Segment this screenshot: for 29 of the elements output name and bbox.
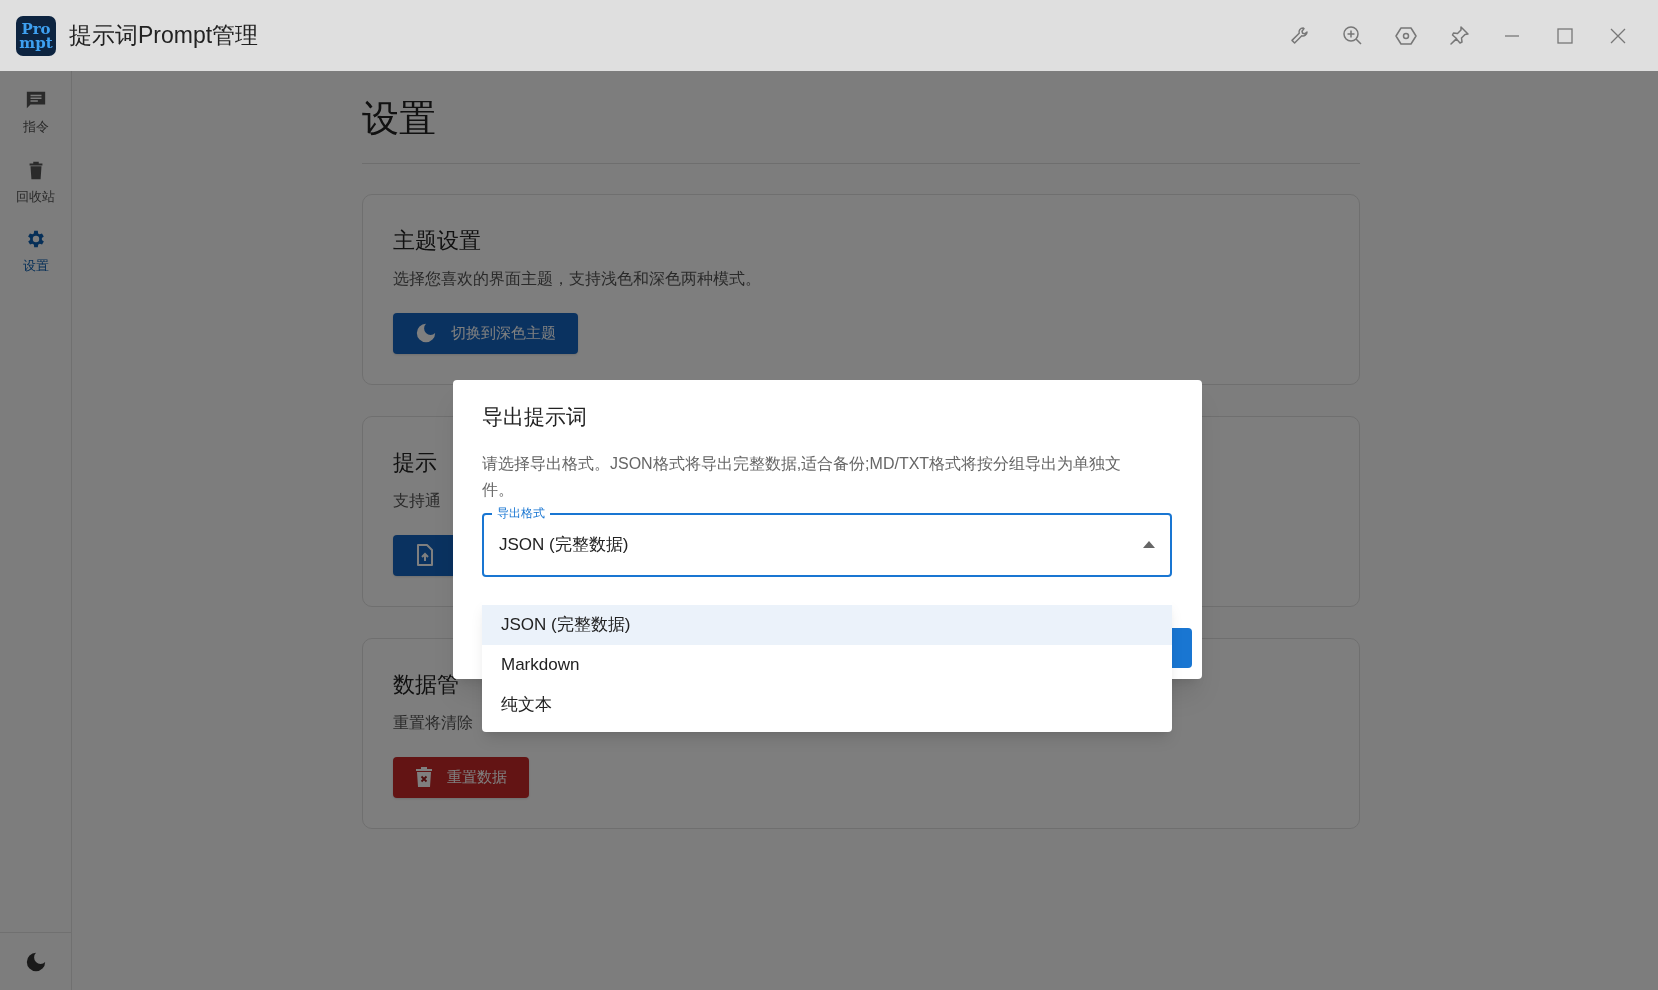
- app-logo: Pro mpt: [16, 15, 56, 56]
- dialog-title: 导出提示词: [482, 404, 588, 430]
- menu-option[interactable]: JSON (完整数据): [482, 605, 1172, 645]
- card-description: 支持通: [393, 490, 441, 511]
- dialog-description: 请选择导出格式。JSON格式将导出完整数据,适合备份;MD/TXT格式将按分组导出为单独文件。: [482, 453, 1123, 500]
- file-upload-icon: [415, 544, 435, 566]
- card-title: 数据管: [393, 670, 459, 699]
- minimize-icon: [1504, 34, 1519, 37]
- moon-icon: [415, 322, 437, 344]
- chat-icon: [24, 89, 47, 111]
- theme-switch-button[interactable]: 切换到深色主题: [393, 312, 578, 354]
- maximize-icon: [1556, 27, 1573, 44]
- close-icon: [1609, 27, 1626, 44]
- app-title: 提示词Prompt管理: [69, 21, 259, 51]
- card-description: 重置将清除: [393, 712, 473, 733]
- card-title: 主题设置: [393, 226, 481, 255]
- card-description: 选择您喜欢的界面主题，支持浅色和深色两种模式。: [393, 268, 761, 289]
- delete-icon: [415, 767, 433, 787]
- reset-data-button[interactable]: 重置数据: [393, 756, 529, 798]
- sidebar-item[interactable]: 回收站: [16, 154, 55, 210]
- sidebar-item[interactable]: 设置: [22, 224, 49, 280]
- menu-option[interactable]: Markdown: [482, 645, 1172, 685]
- select-label: 导出格式: [492, 504, 550, 521]
- sidebar-item[interactable]: 指令: [22, 85, 49, 141]
- page-heading: 设置: [362, 91, 1360, 164]
- card-title: 提示: [393, 448, 437, 477]
- moon-icon: [24, 950, 47, 973]
- menu-option[interactable]: 纯文本: [482, 685, 1172, 725]
- select-value: JSON (完整数据): [499, 533, 630, 556]
